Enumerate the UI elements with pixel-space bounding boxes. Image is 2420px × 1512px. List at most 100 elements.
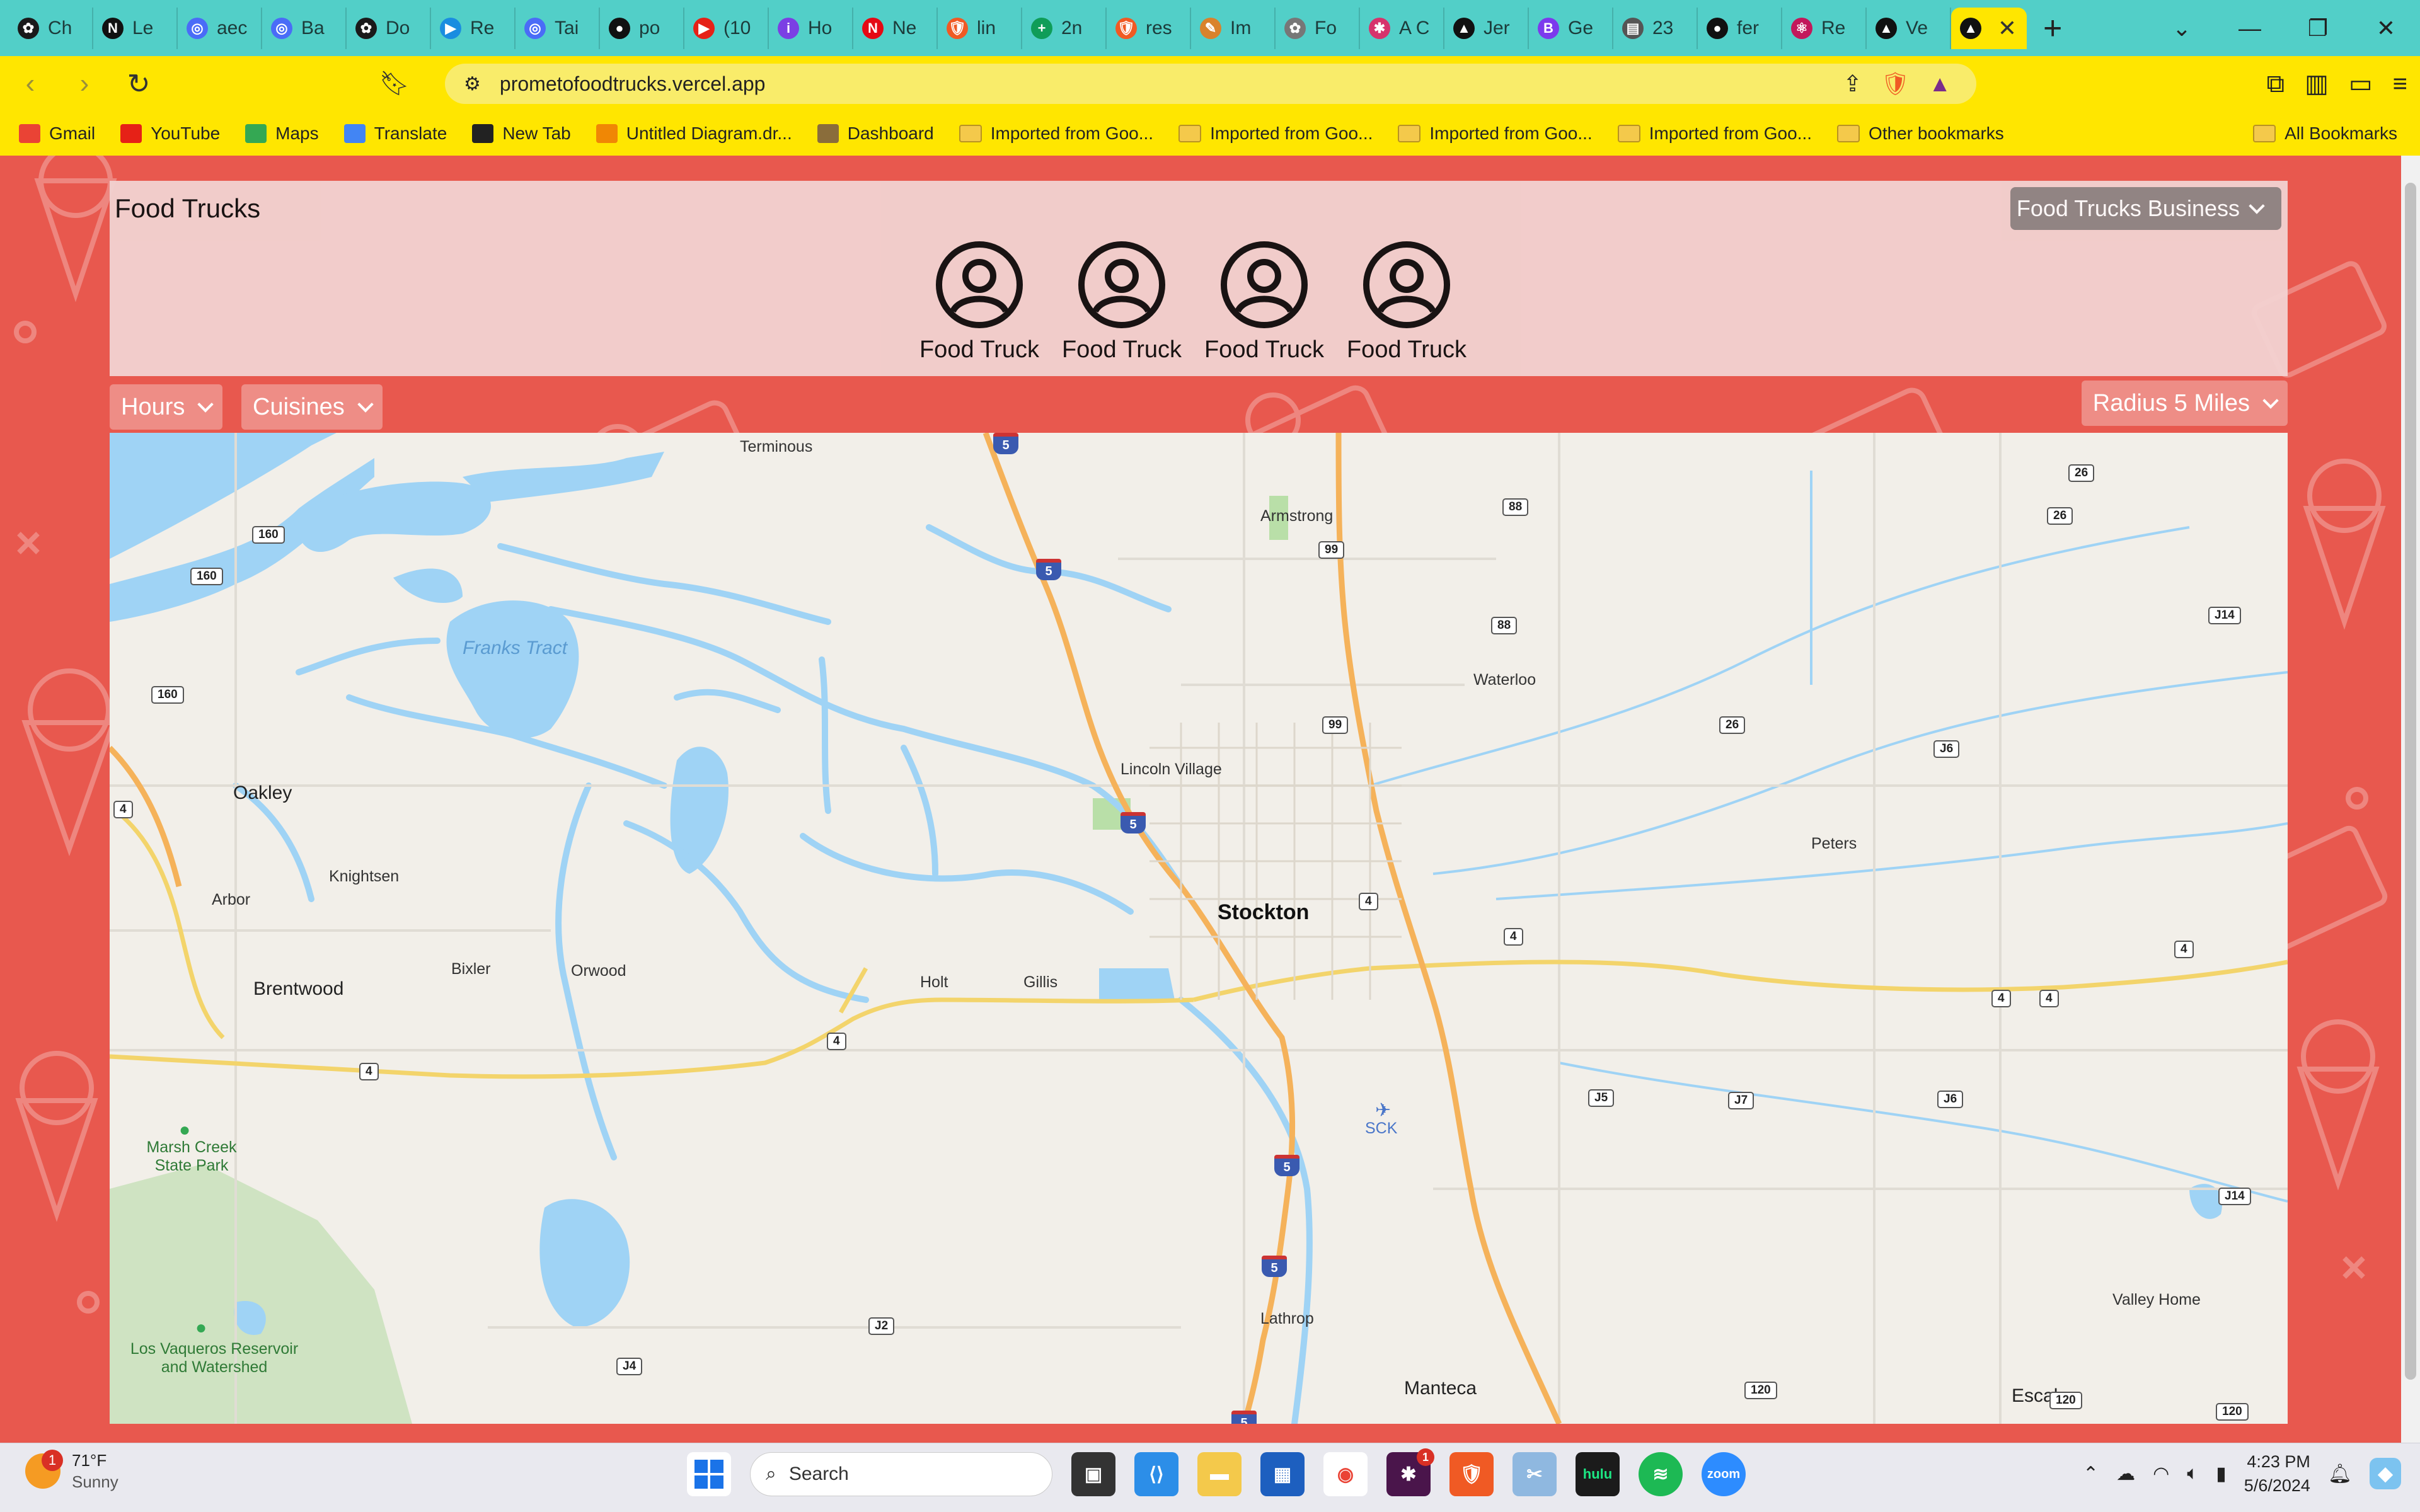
food-truck-card[interactable]: Food Truck: [919, 241, 1039, 364]
hours-filter-button[interactable]: Hours: [110, 384, 223, 430]
notification-bell-icon[interactable]: 🔔︎: [2328, 1463, 2352, 1485]
chevron-down-icon: [2262, 392, 2279, 409]
browser-tab[interactable]: +2n: [1022, 7, 1107, 49]
document-icon: ▤: [1622, 17, 1644, 39]
new-tab-button[interactable]: +: [2043, 9, 2062, 47]
browser-tab[interactable]: ✱ A C: [1360, 7, 1444, 49]
cloud-offline-icon[interactable]: ☁︎: [2116, 1463, 2135, 1485]
address-bar[interactable]: ⚙︎ prometofoodtrucks.vercel.app ⇪ 🛡︎ ▲: [445, 64, 1976, 104]
route-shield: 120: [2216, 1403, 2249, 1421]
active-tab[interactable]: ▲ ✕: [1951, 7, 2027, 49]
slack-icon[interactable]: ✱ 1: [1386, 1448, 1434, 1496]
browser-tab[interactable]: ✎ Im: [1191, 7, 1276, 49]
tab-label: A C: [1399, 17, 1430, 38]
browser-tab[interactable]: ▲ Jer: [1444, 7, 1529, 49]
browser-tab[interactable]: N Le: [93, 7, 178, 49]
battery-icon[interactable]: ▮: [2216, 1463, 2227, 1485]
browser-tab[interactable]: ◎ Ba: [262, 7, 347, 49]
chevron-up-icon[interactable]: ⌃: [2083, 1463, 2099, 1485]
browser-tab[interactable]: ✿ Ch: [9, 7, 93, 49]
brave-rewards-icon[interactable]: ▲: [1928, 71, 1951, 97]
sidebar-icon[interactable]: ▥: [2305, 69, 2329, 98]
reload-icon[interactable]: ↻: [115, 60, 163, 108]
browser-tab[interactable]: ⚛ Re: [1782, 7, 1867, 49]
browser-tab[interactable]: ◎ aec: [178, 7, 262, 49]
bookmark-item[interactable]: Untitled Diagram.dr...: [596, 123, 792, 144]
browser-tab[interactable]: ▲ Ve: [1867, 7, 1951, 49]
browser-tab[interactable]: ● po: [600, 7, 684, 49]
copilot-icon[interactable]: ◆: [2370, 1458, 2401, 1489]
wallet-icon[interactable]: ▭: [2349, 69, 2373, 98]
map-view[interactable]: Terminous Armstrong Franks Tract Waterloo Li…: [110, 433, 2288, 1424]
extensions-icon[interactable]: ⧉: [2267, 70, 2285, 98]
bookmark-label: Imported from Goo...: [990, 123, 1154, 143]
file-explorer-icon[interactable]: ▬: [1197, 1452, 1242, 1496]
restore-button[interactable]: ❐: [2284, 0, 2352, 56]
browser-tab[interactable]: B Ge: [1529, 7, 1613, 49]
bookmark-item[interactable]: New Tab: [472, 123, 571, 144]
task-view-icon[interactable]: ▣: [1071, 1452, 1115, 1496]
food-truck-card[interactable]: Food Truck: [1204, 241, 1324, 364]
menu-icon[interactable]: ≡: [2393, 70, 2407, 98]
tab-search-icon[interactable]: ⌄: [2148, 0, 2216, 56]
bookmark-item[interactable]: Imported from Goo...: [959, 123, 1153, 144]
radius-filter-button[interactable]: Radius 5 Miles: [2081, 381, 2288, 426]
brave-shields-icon[interactable]: 🛡︎: [1881, 71, 1910, 97]
weather-widget[interactable]: 1 71°F Sunny: [25, 1450, 118, 1492]
close-window-button[interactable]: ✕: [2352, 0, 2420, 56]
browser-tab[interactable]: ▤ 23: [1613, 7, 1698, 49]
drawio-icon: [596, 124, 618, 143]
snipping-tool-icon[interactable]: ✂︎: [1512, 1452, 1557, 1496]
browser-tab[interactable]: ▶ (10: [684, 7, 769, 49]
route-shield: J14: [2208, 607, 2241, 624]
windows-icon[interactable]: [687, 1452, 731, 1496]
clock[interactable]: 4:23 PM 5/6/2024: [2244, 1450, 2310, 1498]
store-icon[interactable]: ▦: [1260, 1452, 1305, 1496]
browser-tab[interactable]: 🛡︎ res: [1107, 7, 1191, 49]
bookmark-item[interactable]: Translate: [343, 123, 447, 144]
browser-tab[interactable]: ✿ Do: [347, 7, 431, 49]
forward-icon[interactable]: ›: [60, 60, 108, 108]
bookmark-item[interactable]: Imported from Goo...: [1178, 123, 1373, 144]
browser-tab[interactable]: ● fer: [1698, 7, 1782, 49]
map-place-label: Peters: [1811, 835, 1857, 852]
all-bookmarks[interactable]: All Bookmarks: [2253, 112, 2397, 156]
tab-label: 2n: [1061, 17, 1083, 38]
close-tab-icon[interactable]: ✕: [1998, 15, 2017, 42]
bookmark-item[interactable]: Other bookmarks: [1837, 123, 2004, 144]
share-icon[interactable]: ⇪: [1843, 71, 1862, 97]
business-dropdown[interactable]: Food Trucks Business: [2010, 187, 2281, 230]
site-settings-icon[interactable]: ⚙︎: [464, 73, 481, 95]
volume-icon[interactable]: 🔈︎: [2187, 1463, 2198, 1484]
minimize-button[interactable]: —: [2216, 0, 2284, 56]
bookmark-icon[interactable]: 🔖︎: [371, 60, 418, 108]
route-shield: 4: [1504, 928, 1523, 946]
browser-tab[interactable]: N Ne: [853, 7, 938, 49]
spotify-icon[interactable]: ≋: [1639, 1452, 1683, 1496]
hulu-icon[interactable]: hulu: [1576, 1452, 1620, 1496]
wifi-icon[interactable]: ◠: [2153, 1463, 2169, 1485]
scrollbar-thumb[interactable]: [2405, 183, 2416, 1380]
vscode-icon[interactable]: ⟨⟩: [1134, 1452, 1178, 1496]
browser-tab[interactable]: ▶ Re: [431, 7, 516, 49]
brave-icon[interactable]: 🛡︎: [1449, 1452, 1494, 1496]
back-icon[interactable]: ‹: [6, 60, 54, 108]
browser-tab[interactable]: ◎ Tai: [516, 7, 600, 49]
food-truck-card[interactable]: Food Truck: [1347, 241, 1466, 364]
map-place-label: Marsh Creek State Park: [146, 1138, 237, 1174]
cuisines-filter-button[interactable]: Cuisines: [241, 384, 383, 430]
bookmark-item[interactable]: Gmail: [19, 123, 95, 144]
bookmark-item[interactable]: Maps: [245, 123, 319, 144]
bookmark-item[interactable]: YouTube: [120, 123, 220, 144]
browser-tab[interactable]: ✿ Fo: [1276, 7, 1360, 49]
zoom-icon[interactable]: zoom: [1702, 1452, 1746, 1496]
browser-tab[interactable]: i Ho: [769, 7, 853, 49]
browser-tab[interactable]: 🛡︎ lin: [938, 7, 1022, 49]
chrome-icon[interactable]: ◉: [1323, 1452, 1368, 1496]
map-place-label: Brentwood: [253, 978, 344, 999]
food-truck-card[interactable]: Food Truck: [1062, 241, 1182, 364]
bookmark-item[interactable]: Imported from Goo...: [1398, 123, 1593, 144]
bookmark-item[interactable]: Dashboard: [817, 123, 934, 144]
taskbar-search[interactable]: ⌕ Search: [750, 1452, 1052, 1496]
bookmark-item[interactable]: Imported from Goo...: [1617, 123, 1812, 144]
